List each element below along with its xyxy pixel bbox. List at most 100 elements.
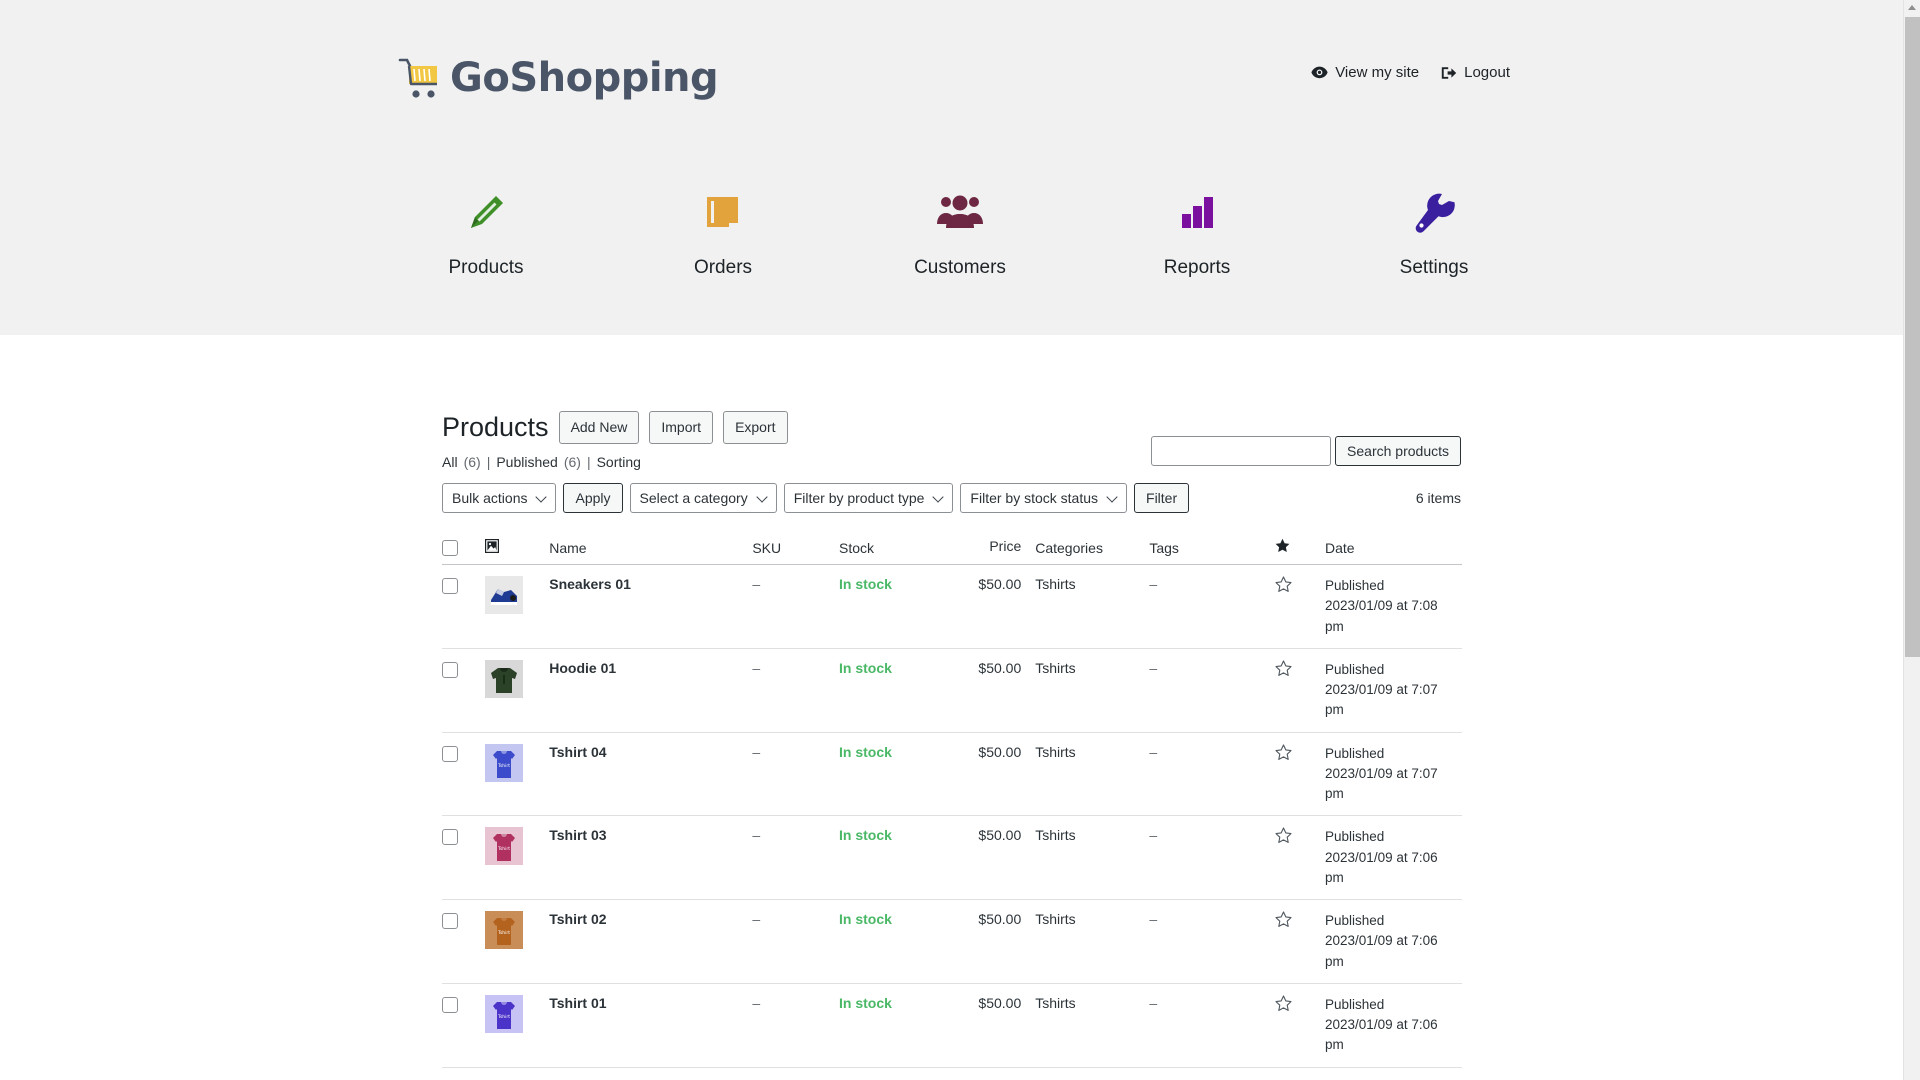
row-tags-cell: – xyxy=(1149,564,1275,649)
row-checkbox[interactable] xyxy=(442,578,458,595)
svg-text:Tshirt: Tshirt xyxy=(497,846,510,852)
product-thumbnail-image xyxy=(485,576,524,615)
row-thumbnail-cell[interactable] xyxy=(485,564,550,649)
table-row: Tshirt Tshirt 01 – In stock $50.00 Tshir… xyxy=(442,983,1462,1068)
row-tags-value: – xyxy=(1149,659,1158,676)
product-name-link[interactable]: Tshirt 02 xyxy=(549,911,606,927)
date-value: 2023/01/09 at 7:07 pm xyxy=(1325,765,1438,802)
table-row: Tshirt Tshirt 04 – In stock $50.00 Tshir… xyxy=(442,732,1462,817)
brand-name: GoShopping xyxy=(450,55,719,101)
product-name-link[interactable]: Sneakers 01 xyxy=(549,576,631,592)
th-date[interactable]: Date xyxy=(1325,530,1462,566)
category-link[interactable]: Tshirts xyxy=(1035,660,1075,676)
product-name-link[interactable]: Tshirt 03 xyxy=(549,827,606,843)
search-input[interactable] xyxy=(1151,436,1332,466)
search-products-button[interactable]: Search products xyxy=(1335,436,1461,466)
category-select[interactable]: Select a category xyxy=(629,483,777,514)
star-outline-icon[interactable] xyxy=(1275,911,1292,931)
row-name-cell: Tshirt 02 xyxy=(549,899,753,984)
logout-link[interactable]: Logout xyxy=(1441,64,1510,81)
nav-item-reports[interactable]: Reports xyxy=(1137,185,1257,279)
add-new-button[interactable]: Add New xyxy=(558,411,640,444)
view-link-sorting[interactable]: Sorting xyxy=(597,454,641,470)
row-sku-cell: – xyxy=(752,732,840,817)
th-name[interactable]: Name xyxy=(549,530,753,566)
nav-item-products[interactable]: Products xyxy=(426,185,546,279)
logout-label: Logout xyxy=(1464,64,1510,81)
products-table-head: Name SKU Stock Price Categories Tags Dat… xyxy=(442,530,1462,566)
product-thumbnail-image: Tshirt xyxy=(485,911,524,950)
filter-button[interactable]: Filter xyxy=(1134,483,1190,514)
row-checkbox[interactable] xyxy=(442,996,458,1013)
category-link[interactable]: Tshirts xyxy=(1035,744,1075,760)
table-row: Hoodie 01 – In stock $50.00 Tshirts – Pu… xyxy=(442,648,1462,733)
product-name-link[interactable]: Tshirt 04 xyxy=(549,744,606,760)
star-outline-icon[interactable] xyxy=(1275,576,1292,596)
row-name-cell: Tshirt 04 xyxy=(549,732,753,817)
category-link[interactable]: Tshirts xyxy=(1035,995,1075,1011)
product-thumbnail-image xyxy=(485,659,524,698)
product-type-select[interactable]: Filter by product type xyxy=(783,483,954,514)
select-all-checkbox[interactable] xyxy=(442,540,458,557)
row-checkbox[interactable] xyxy=(442,829,458,846)
users-icon xyxy=(935,185,985,241)
row-checkbox[interactable] xyxy=(442,913,458,930)
th-price[interactable]: Price xyxy=(947,530,1036,566)
nav-item-orders[interactable]: Orders xyxy=(663,185,783,279)
row-checkbox[interactable] xyxy=(442,745,458,762)
th-image xyxy=(485,530,550,566)
row-tags-cell: – xyxy=(1149,648,1275,733)
row-thumbnail-cell[interactable] xyxy=(485,648,550,733)
nav-item-customers[interactable]: Customers xyxy=(900,185,1020,279)
row-featured-cell xyxy=(1274,732,1326,817)
view-my-site-label: View my site xyxy=(1335,64,1420,81)
category-link[interactable]: Tshirts xyxy=(1035,911,1075,927)
nav-item-settings[interactable]: Settings xyxy=(1374,185,1494,279)
brand-logo[interactable]: GoShopping xyxy=(398,55,719,101)
view-link-published[interactable]: Published xyxy=(496,454,558,470)
row-checkbox[interactable] xyxy=(442,661,458,678)
view-my-site-link[interactable]: View my site xyxy=(1311,64,1419,81)
row-date-cell: Published 2023/01/09 at 7:06 pm xyxy=(1325,899,1462,984)
date-value: 2023/01/09 at 7:06 pm xyxy=(1325,1017,1438,1053)
export-button[interactable]: Export xyxy=(723,411,788,444)
row-sku-cell: – xyxy=(752,899,840,984)
table-row: Sneakers 01 – In stock $50.00 Tshirts – xyxy=(442,564,1462,649)
star-outline-icon[interactable] xyxy=(1275,660,1292,680)
view-link-all[interactable]: All xyxy=(442,454,458,470)
row-thumbnail-cell[interactable]: Tshirt xyxy=(485,899,550,984)
row-price-value: $50.00 xyxy=(978,743,1022,760)
row-thumbnail-cell[interactable]: Tshirt xyxy=(485,732,550,817)
row-tags-value: – xyxy=(1149,827,1158,844)
page-scrollbar[interactable] xyxy=(1903,0,1920,1080)
scroll-up-arrow[interactable] xyxy=(1908,5,1916,10)
star-outline-icon[interactable] xyxy=(1275,995,1292,1015)
row-thumbnail-cell[interactable]: Tshirt xyxy=(485,983,550,1068)
bulk-actions-select[interactable]: Bulk actions xyxy=(442,483,557,514)
bulk-actions-label: Bulk actions xyxy=(452,490,528,507)
row-date-cell: Published 2023/01/09 at 7:07 pm xyxy=(1325,732,1462,817)
row-select-cell xyxy=(442,899,486,984)
apply-button[interactable]: Apply xyxy=(563,483,623,514)
th-sku[interactable]: SKU xyxy=(752,530,840,566)
date-value: 2023/01/09 at 7:07 pm xyxy=(1325,682,1438,718)
category-label: Select a category xyxy=(639,490,748,507)
import-button[interactable]: Import xyxy=(649,411,714,444)
row-thumbnail-cell[interactable]: Tshirt xyxy=(485,815,550,901)
row-name-cell: Tshirt 03 xyxy=(549,815,753,901)
star-outline-icon[interactable] xyxy=(1275,827,1292,847)
stock-status-badge: In stock xyxy=(839,827,892,844)
row-stock-cell: In stock xyxy=(839,899,948,984)
star-outline-icon[interactable] xyxy=(1275,744,1292,764)
row-stock-cell: In stock xyxy=(839,648,948,733)
category-link[interactable]: Tshirts xyxy=(1035,827,1075,843)
category-link[interactable]: Tshirts xyxy=(1035,576,1075,592)
product-name-link[interactable]: Hoodie 01 xyxy=(549,660,616,676)
product-thumbnail-image: Tshirt xyxy=(485,827,524,866)
product-name-link[interactable]: Tshirt 01 xyxy=(549,995,606,1011)
stock-status-select[interactable]: Filter by stock status xyxy=(960,483,1128,514)
th-featured[interactable] xyxy=(1274,530,1326,566)
scroll-thumb[interactable] xyxy=(1905,17,1920,657)
row-select-cell xyxy=(442,815,486,901)
nav-label-settings: Settings xyxy=(1399,257,1469,278)
